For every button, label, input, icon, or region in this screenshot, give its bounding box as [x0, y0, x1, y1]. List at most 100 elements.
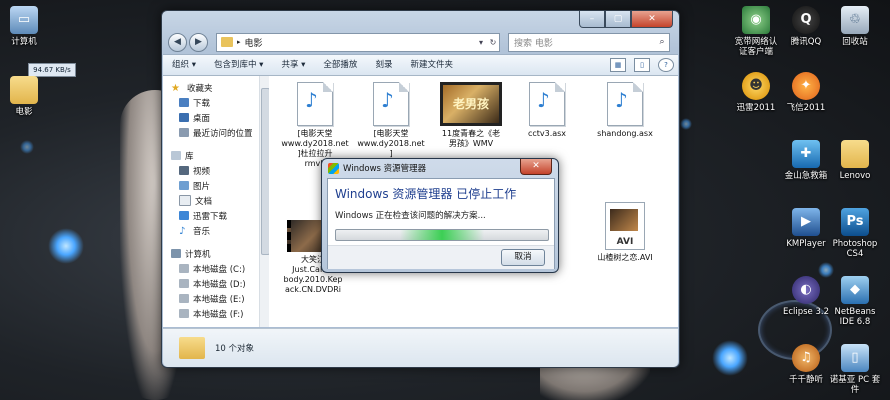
organize-menu[interactable]: 组织 ▾: [163, 55, 205, 75]
nav-item-documents[interactable]: 文档: [163, 193, 259, 208]
nav-item-drive-d[interactable]: 本地磁盘 (D:): [163, 276, 259, 291]
nav-label: 桌面: [193, 113, 211, 124]
file-item[interactable]: 老男孩 11度青春之《老 男孩》WMV: [431, 82, 511, 149]
desktop-icon-label: 迅雷2011: [736, 103, 776, 113]
back-button[interactable]: ◀: [168, 32, 187, 52]
nav-item-pictures[interactable]: 图片: [163, 178, 259, 193]
close-button[interactable]: ✕: [631, 11, 673, 28]
file-item[interactable]: ♪ [电影天堂 www.dy2018.net ]: [355, 82, 427, 159]
file-item[interactable]: ♪ [电影天堂 www.dy2018.net ]杜拉拉升 rmvb: [279, 82, 351, 169]
desktop-icon-movies[interactable]: 电影: [0, 76, 56, 117]
burn-button[interactable]: 刻录: [366, 55, 401, 75]
nav-item-music[interactable]: ♪ 音乐: [163, 223, 259, 238]
dialog-footer: 取消: [328, 245, 554, 269]
nav-favorites[interactable]: ★ 收藏夹: [163, 80, 259, 95]
nav-item-downloads[interactable]: 下载: [163, 95, 259, 110]
nav-item-desktop[interactable]: 桌面: [163, 110, 259, 125]
chevron-down-icon[interactable]: ▾: [475, 38, 487, 47]
nav-computer[interactable]: 计算机: [163, 246, 259, 261]
hard-drive-icon: [179, 279, 189, 288]
breadcrumb[interactable]: 电影: [245, 36, 475, 49]
item-count: 10 个对象: [215, 344, 255, 354]
hard-drive-icon: [179, 309, 189, 318]
desktop-icon-label: 金山急救箱: [784, 171, 828, 181]
desktop-icon-netbeans[interactable]: ◆ NetBeans IDE 6.8: [823, 276, 887, 327]
star-icon: ★: [171, 83, 180, 94]
file-name: cctv3.asx: [527, 129, 567, 138]
dialog-titlebar: Windows 资源管理器: [328, 162, 426, 174]
progress-indicator: [399, 230, 485, 240]
desktop-icon-computer[interactable]: ▭ 计算机: [0, 6, 56, 47]
nav-label: 收藏夹: [187, 83, 213, 94]
hard-drive-icon: [179, 294, 189, 303]
media-file-icon: ♪: [529, 82, 565, 126]
refresh-icon[interactable]: ↻: [487, 38, 499, 47]
folder-icon: [10, 76, 38, 104]
video-thumbnail: 老男孩: [440, 82, 502, 126]
nav-item-drive-f[interactable]: 本地磁盘 (F:): [163, 306, 259, 321]
desktop-icon-nokia-suite[interactable]: ▯ 诺基亚 PC 套 件: [823, 344, 887, 395]
desktop-icon-label: 千千静听: [788, 375, 823, 385]
nav-item-thunder-downloads[interactable]: 迅雷下载: [163, 208, 259, 223]
nav-item-drive-e[interactable]: 本地磁盘 (E:): [163, 291, 259, 306]
nav-item-drive-c[interactable]: 本地磁盘 (C:): [163, 261, 259, 276]
search-input[interactable]: 搜索 电影 ⌕: [508, 32, 670, 52]
media-file-icon: ♪: [373, 82, 409, 126]
address-bar[interactable]: ▸ 电影 ▾ ↻: [216, 32, 500, 52]
kingsoft-icon: ✚: [792, 140, 820, 168]
wallpaper-glow: [20, 140, 34, 154]
desktop-icon-label: 电影: [15, 107, 33, 117]
nav-label: 本地磁盘 (E:): [193, 294, 245, 305]
desktop-icon-label: 计算机: [11, 37, 37, 47]
share-menu[interactable]: 共享 ▾: [272, 55, 314, 75]
netbeans-icon: ◆: [841, 276, 869, 304]
change-view-icon[interactable]: ▦: [610, 58, 626, 72]
file-name: [电影天堂 www.dy2018.net ]: [357, 129, 425, 158]
desktop-icon-photoshop[interactable]: Ps Photoshop CS4: [823, 208, 887, 259]
cancel-button[interactable]: 取消: [501, 249, 545, 266]
dialog-heading: Windows 资源管理器 已停止工作: [335, 187, 517, 201]
nav-label: 库: [185, 151, 194, 162]
maximize-button[interactable]: ▢: [605, 11, 631, 28]
dialog-close-button[interactable]: ✕: [520, 159, 552, 175]
minimize-button[interactable]: –: [579, 11, 605, 28]
nav-libraries[interactable]: 库: [163, 148, 259, 163]
hard-drive-icon: [179, 264, 189, 273]
preview-pane-icon[interactable]: ▯: [634, 58, 650, 72]
network-icon: ◉: [742, 6, 770, 34]
include-in-library-menu[interactable]: 包含到库中 ▾: [205, 55, 272, 75]
avi-file-icon: AVI: [605, 202, 645, 250]
desktop-icon-label: KMPlayer: [786, 239, 826, 249]
error-dialog[interactable]: Windows 资源管理器 ✕ Windows 资源管理器 已停止工作 Wind…: [321, 158, 559, 273]
nav-label: 本地磁盘 (D:): [193, 279, 246, 290]
desktop-icon-fetion[interactable]: ✦ 飞信2011: [774, 72, 838, 113]
navigation-scrollbar[interactable]: [259, 76, 270, 327]
nav-label: 图片: [193, 181, 211, 192]
recent-places-icon: [179, 128, 189, 137]
desktop-icon-label: Photoshop CS4: [832, 239, 878, 259]
nav-label: 本地磁盘 (C:): [193, 264, 246, 275]
file-item[interactable]: ♪ cctv3.asx: [511, 82, 583, 139]
view-controls: ▦ ▯ ?: [606, 58, 678, 72]
play-all-button[interactable]: 全部播放: [314, 55, 366, 75]
new-folder-button[interactable]: 新建文件夹: [401, 55, 462, 75]
help-icon[interactable]: ?: [658, 58, 674, 72]
network-speed-widget: 94.67 KB/s: [28, 63, 76, 77]
forward-button[interactable]: ▶: [189, 32, 208, 52]
nav-item-videos[interactable]: 视频: [163, 163, 259, 178]
folder-icon: [841, 140, 869, 168]
desktop-icon-label: 回收站: [842, 37, 868, 47]
music-library-icon: ♪: [179, 226, 186, 237]
fetion-icon: ✦: [792, 72, 820, 100]
nav-label: 本地磁盘 (F:): [193, 309, 244, 320]
wallpaper-glow: [680, 118, 692, 130]
nav-item-recent[interactable]: 最近访问的位置: [163, 125, 259, 140]
download-icon: [179, 98, 189, 107]
desktop-icon-recycle-bin[interactable]: ♲ 回收站: [823, 6, 887, 47]
desktop-icon: [179, 113, 189, 122]
file-item[interactable]: AVI 山楂树之恋.AVI: [589, 202, 661, 263]
desktop-icon-lenovo[interactable]: Lenovo: [823, 140, 887, 181]
computer-icon: ▭: [10, 6, 38, 34]
nav-label: 下载: [193, 98, 211, 109]
file-item[interactable]: ♪ shandong.asx: [589, 82, 661, 139]
